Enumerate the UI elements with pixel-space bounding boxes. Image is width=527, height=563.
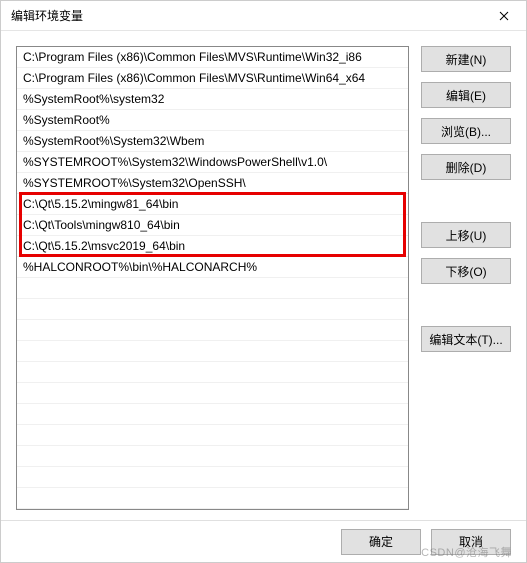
window-title: 编辑环境变量 xyxy=(11,7,83,24)
footer: 确定 取消 CSDN@沧海飞舞 xyxy=(1,520,526,562)
side-buttons: 新建(N) 编辑(E) 浏览(B)... 删除(D) 上移(U) 下移(O) 编… xyxy=(421,46,511,510)
list-item[interactable]: %SystemRoot% xyxy=(17,110,408,131)
delete-button[interactable]: 删除(D) xyxy=(421,154,511,180)
list-item-empty: . xyxy=(17,362,408,383)
movedown-button[interactable]: 下移(O) xyxy=(421,258,511,284)
list-item[interactable]: C:\Qt\5.15.2\mingw81_64\bin xyxy=(17,194,408,215)
spacer xyxy=(421,294,511,316)
edittext-button[interactable]: 编辑文本(T)... xyxy=(421,326,511,352)
dialog-window: 编辑环境变量 C:\Program Files (x86)\Common Fil… xyxy=(0,0,527,563)
list-item[interactable]: %SystemRoot%\System32\Wbem xyxy=(17,131,408,152)
moveup-button[interactable]: 上移(U) xyxy=(421,222,511,248)
list-item[interactable]: %SystemRoot%\system32 xyxy=(17,89,408,110)
list-item[interactable]: C:\Qt\5.15.2\msvc2019_64\bin xyxy=(17,236,408,257)
close-icon xyxy=(499,11,509,21)
list-item[interactable]: %SYSTEMROOT%\System32\WindowsPowerShell\… xyxy=(17,152,408,173)
cancel-button[interactable]: 取消 xyxy=(431,529,511,555)
list-item-empty: . xyxy=(17,320,408,341)
list-item-empty: . xyxy=(17,446,408,467)
list-item-empty: . xyxy=(17,341,408,362)
titlebar: 编辑环境变量 xyxy=(1,1,526,31)
list-item-empty: . xyxy=(17,278,408,299)
list-item[interactable]: %HALCONROOT%\bin\%HALCONARCH% xyxy=(17,257,408,278)
list-item[interactable]: C:\Program Files (x86)\Common Files\MVS\… xyxy=(17,47,408,68)
new-button[interactable]: 新建(N) xyxy=(421,46,511,72)
list-item[interactable]: C:\Qt\Tools\mingw810_64\bin xyxy=(17,215,408,236)
list-item-empty: . xyxy=(17,467,408,488)
list-item-empty: . xyxy=(17,425,408,446)
ok-button[interactable]: 确定 xyxy=(341,529,421,555)
path-list[interactable]: C:\Program Files (x86)\Common Files\MVS\… xyxy=(16,46,409,510)
browse-button[interactable]: 浏览(B)... xyxy=(421,118,511,144)
close-button[interactable] xyxy=(481,1,526,31)
list-item[interactable]: %SYSTEMROOT%\System32\OpenSSH\ xyxy=(17,173,408,194)
list-item[interactable]: C:\Program Files (x86)\Common Files\MVS\… xyxy=(17,68,408,89)
list-item-empty: . xyxy=(17,488,408,509)
spacer xyxy=(421,190,511,212)
content-area: C:\Program Files (x86)\Common Files\MVS\… xyxy=(1,31,526,520)
edit-button[interactable]: 编辑(E) xyxy=(421,82,511,108)
list-item-empty: . xyxy=(17,383,408,404)
list-item-empty: . xyxy=(17,299,408,320)
list-item-empty: . xyxy=(17,404,408,425)
